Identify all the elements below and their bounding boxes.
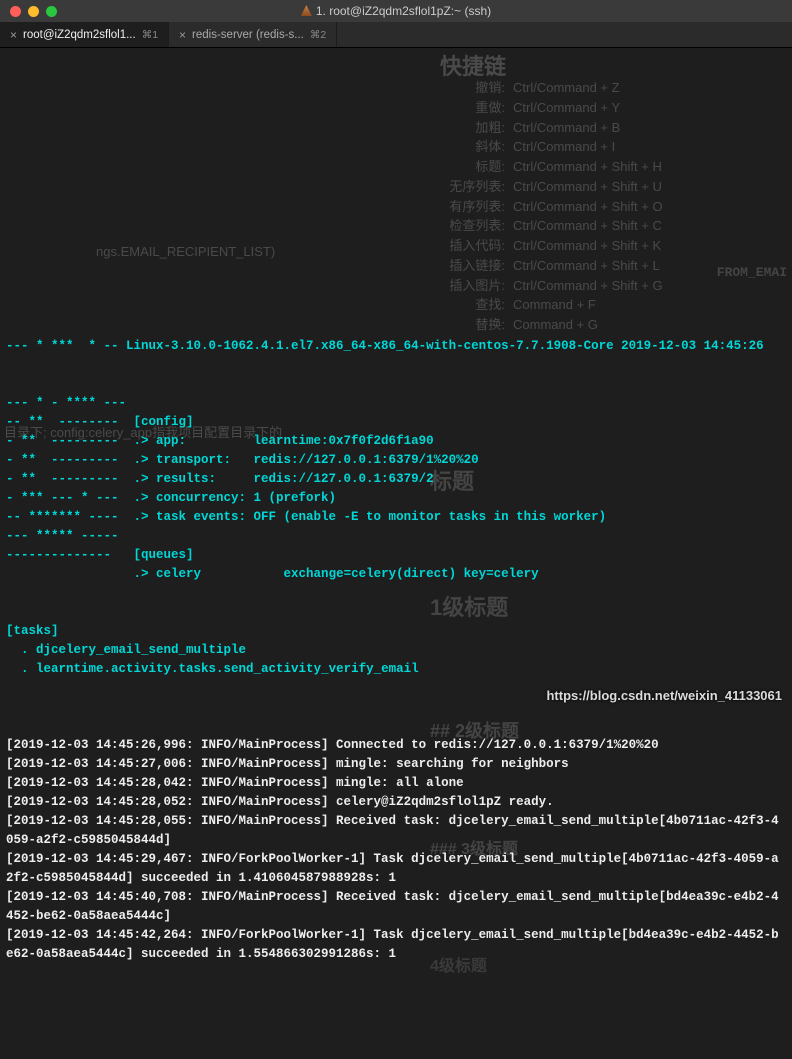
terminal-line: [tasks] [6,622,786,641]
ghost-shortcut-value: Ctrl/Command + Y [513,98,620,118]
ghost-shortcut-row: 标题: Ctrl/Command + Shift + H [440,157,700,177]
ghost-shortcut-row: 插入链接: Ctrl/Command + Shift + L [440,256,700,276]
watermark-text: https://blog.csdn.net/weixin_41133061 [546,686,782,706]
title-text: 1. root@iZ2qdm2sflol1pZ:~ (ssh) [316,4,491,18]
terminal-line [6,603,786,622]
close-tab-icon[interactable]: × [10,28,17,42]
tab-shortcut: ⌘2 [310,29,326,41]
terminal-line: -- ** -------- [config] [6,413,786,432]
terminal-line: -- ******* ---- .> task events: OFF (ena… [6,508,786,527]
terminal-line: . djcelery_email_send_multiple [6,641,786,660]
home-icon [301,5,312,16]
ghost-shortcut-key: 标题: [440,157,505,177]
log-line: [2019-12-03 14:45:27,006: INFO/MainProce… [6,755,786,774]
terminal-line [6,584,786,603]
terminal-line: - ** --------- .> results: redis://127.0… [6,470,786,489]
close-tab-icon[interactable]: × [179,28,186,42]
ghost-shortcut-row: 重做: Ctrl/Command + Y [440,98,700,118]
terminal-line: .> celery exchange=celery(direct) key=ce… [6,565,786,584]
ghost-shortcut-key: 插入链接: [440,256,505,276]
ghost-email-hint: ngs.EMAIL_RECIPIENT_LIST) [96,242,275,262]
ghost-shortcut-value: Ctrl/Command + Shift + U [513,177,662,197]
ghost-shortcut-row: 有序列表: Ctrl/Command + Shift + O [440,197,700,217]
log-line: [2019-12-03 14:45:40,708: INFO/MainProce… [6,888,786,926]
window-titlebar: 1. root@iZ2qdm2sflol1pZ:~ (ssh) [0,0,792,22]
terminal-line: - ** --------- .> app: learntime:0x7f0f2… [6,432,786,451]
ghost-shortcut-key: 插入图片: [440,276,505,296]
terminal-line: . learntime.activity.tasks.send_activity… [6,660,786,679]
ghost-shortcut-key: 有序列表: [440,197,505,217]
log-line: [2019-12-03 14:45:28,055: INFO/MainProce… [6,812,786,850]
close-icon[interactable] [10,6,21,17]
celery-log-block: [2019-12-03 14:45:26,996: INFO/MainProce… [6,736,786,964]
celery-config-block: --- * - **** ----- ** -------- [config]-… [6,394,786,698]
tab-ssh-root[interactable]: × root@iZ2qdm2sflol1... ⌘1 [0,22,169,47]
terminal-line: - *** --- * --- .> concurrency: 1 (prefo… [6,489,786,508]
ghost-from-email: FROM_EMAI [717,263,787,283]
ghost-shortcut-key: 无序列表: [440,177,505,197]
celery-banner: --- * *** * -- Linux-3.10.0-1062.4.1.el7… [6,337,786,356]
log-line: [2019-12-03 14:45:42,264: INFO/ForkPoolW… [6,926,786,964]
traffic-lights [0,6,57,17]
tab-label: redis-server (redis-s... [192,29,304,41]
maximize-icon[interactable] [46,6,57,17]
log-line: [2019-12-03 14:45:29,467: INFO/ForkPoolW… [6,850,786,888]
terminal-output: --- * *** * -- Linux-3.10.0-1062.4.1.el7… [6,299,786,1002]
terminal-pane[interactable]: 快捷链 撤销:Ctrl/Command + Z重做:Ctrl/Command +… [0,48,792,712]
window-title: 1. root@iZ2qdm2sflol1pZ:~ (ssh) [0,4,792,18]
minimize-icon[interactable] [28,6,39,17]
ghost-shortcut-row: 插入代码: Ctrl/Command + Shift + K [440,236,700,256]
ghost-shortcut-row: 检查列表: Ctrl/Command + Shift + C [440,216,700,236]
log-line: [2019-12-03 14:45:26,996: INFO/MainProce… [6,736,786,755]
tab-shortcut: ⌘1 [142,29,158,41]
log-line: [2019-12-03 14:45:28,042: INFO/MainProce… [6,774,786,793]
log-line: [2019-12-03 14:45:28,052: INFO/MainProce… [6,793,786,812]
ghost-shortcut-value: Ctrl/Command + Shift + O [513,197,663,217]
ghost-shortcut-value: Ctrl/Command + Shift + C [513,216,662,236]
ghost-shortcut-row: 无序列表: Ctrl/Command + Shift + U [440,177,700,197]
ghost-shortcut-key: 斜体: [440,137,505,157]
ghost-shortcut-value: Ctrl/Command + Z [513,78,620,98]
tab-redis-server[interactable]: × redis-server (redis-s... ⌘2 [169,22,337,47]
ghost-shortcut-key: 加粗: [440,118,505,138]
ghost-shortcut-row: 加粗: Ctrl/Command + B [440,118,700,138]
ghost-shortcut-value: Ctrl/Command + Shift + H [513,157,662,177]
ghost-shortcut-value: Ctrl/Command + Shift + G [513,276,663,296]
ghost-shortcut-value: Ctrl/Command + I [513,137,615,157]
terminal-line: - ** --------- .> transport: redis://127… [6,451,786,470]
ghost-shortcut-key: 检查列表: [440,216,505,236]
terminal-line: --- ***** ----- [6,527,786,546]
terminal-line: -------------- [queues] [6,546,786,565]
ghost-shortcut-value: Ctrl/Command + B [513,118,620,138]
terminal-line: --- * - **** --- [6,394,786,413]
ghost-shortcut-key: 重做: [440,98,505,118]
tab-bar: × root@iZ2qdm2sflol1... ⌘1 × redis-serve… [0,22,792,48]
ghost-shortcut-key: 插入代码: [440,236,505,256]
ghost-shortcut-value: Ctrl/Command + Shift + L [513,256,660,276]
ghost-shortcut-value: Ctrl/Command + Shift + K [513,236,661,256]
ghost-heading: 快捷链 [440,52,506,85]
ghost-shortcut-row: 插入图片: Ctrl/Command + Shift + G [440,276,700,296]
tab-label: root@iZ2qdm2sflol1... [23,29,136,41]
ghost-shortcut-row: 斜体: Ctrl/Command + I [440,137,700,157]
ghost-shortcut-list: 撤销:Ctrl/Command + Z重做:Ctrl/Command + Y加粗… [440,78,700,335]
